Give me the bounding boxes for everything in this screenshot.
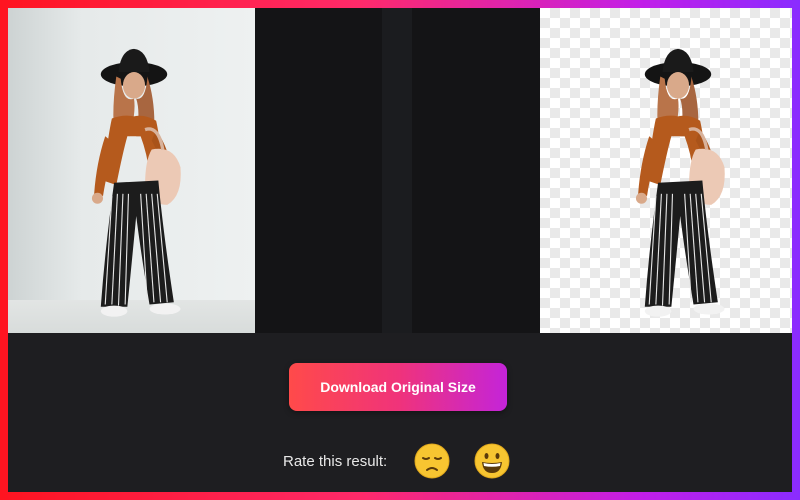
app-window: Download Original Size Rate this result: — [8, 8, 792, 492]
happy-face-button[interactable] — [474, 443, 510, 479]
panel-divider — [382, 8, 412, 333]
rate-label: Rate this result: — [283, 453, 388, 470]
pensive-face-icon — [414, 443, 450, 479]
action-area: Download Original Size Rate this result: — [8, 333, 792, 492]
grinning-face-icon — [474, 443, 510, 479]
original-photo-person — [90, 47, 183, 319]
rating-row: Rate this result: — [8, 441, 792, 481]
original-image-panel — [8, 8, 382, 333]
sad-face-button[interactable] — [414, 443, 450, 479]
preview-row — [8, 8, 792, 333]
result-photo-person — [634, 47, 727, 319]
gradient-frame: Download Original Size Rate this result: — [0, 0, 800, 500]
result-image-panel — [412, 8, 792, 333]
download-original-size-button[interactable]: Download Original Size — [289, 363, 507, 411]
